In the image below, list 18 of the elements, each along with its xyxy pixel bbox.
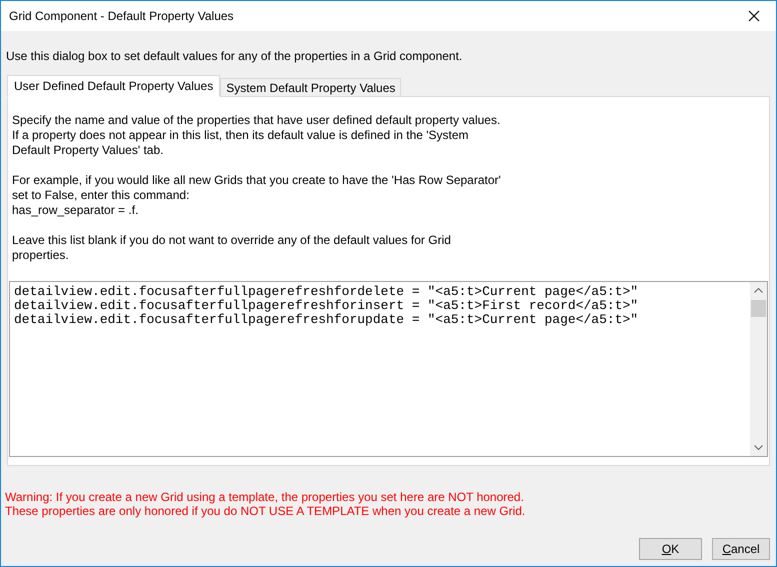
tab[interactable]: User Defined Default Property Values bbox=[7, 75, 220, 97]
scrollbar[interactable] bbox=[750, 282, 767, 456]
instruction-text: For example, if you would like all new Grids that you create to have the 'Has Row Separator' set to False, enter this command: has_row_separator = .f. bbox=[12, 173, 502, 218]
instruction-text: Specify the name and value of the properties that have user defined default property values. If a property does not appear in this list, then its default value is defined in the 'System Default Property Values' tab. bbox=[12, 113, 502, 158]
tab[interactable]: System Default Property Values bbox=[220, 78, 402, 97]
scroll-thumb[interactable] bbox=[751, 300, 766, 317]
code-line: detailview.edit.focusafterfullpagerefreshforinsert = "<a5:t>First record</a5:t>" bbox=[14, 299, 640, 313]
window-title: Grid Component - Default Property Values bbox=[9, 9, 234, 23]
warning-text: Warning: If you create a new Grid using a template, the properties you set here are NOT honored. bbox=[5, 490, 525, 504]
dialog-button[interactable]: Cancel bbox=[712, 538, 770, 560]
warning-text: These properties are only honored if you do NOT USE A TEMPLATE when you create a new Grid. bbox=[5, 504, 526, 518]
code-line: detailview.edit.focusafterfullpagerefreshforupdate = "<a5:t>Current page</a5:t>" bbox=[14, 313, 640, 327]
code-line: detailview.edit.focusafterfullpagerefreshfordelete = "<a5:t>Current page</a5:t>" bbox=[14, 285, 640, 299]
instruction-text: Leave this list blank if you do not want to override any of the default values for Grid properties. bbox=[12, 233, 452, 263]
close-icon bbox=[748, 10, 760, 22]
intro-text: Use this dialog box to set default values for any of the properties in a Grid component. bbox=[6, 49, 464, 63]
dialog-button[interactable]: OK bbox=[639, 538, 702, 560]
property-editor[interactable] bbox=[9, 281, 768, 457]
